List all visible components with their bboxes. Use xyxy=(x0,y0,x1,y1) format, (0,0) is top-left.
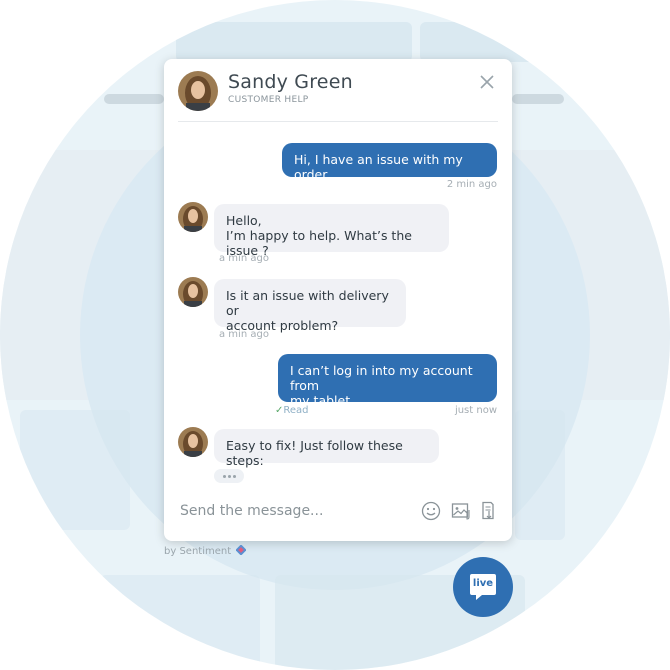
background-bar xyxy=(104,94,164,104)
typing-indicator xyxy=(214,469,244,483)
background-block xyxy=(20,410,130,530)
agent-avatar-small xyxy=(178,427,208,457)
header-divider xyxy=(178,121,498,122)
typing-dot xyxy=(223,475,226,478)
agent-avatar-small xyxy=(178,277,208,307)
message-text-line: Is it an issue with delivery or xyxy=(226,288,389,318)
agent-avatar-small xyxy=(178,202,208,232)
message-incoming: Is it an issue with delivery or account … xyxy=(214,279,406,333)
background-block xyxy=(176,22,412,62)
composer xyxy=(164,487,512,541)
message-input[interactable] xyxy=(178,497,402,525)
agent-avatar xyxy=(178,71,218,111)
emoji-icon[interactable] xyxy=(421,501,441,521)
message-text-line: I can’t log in into my account from xyxy=(290,363,473,393)
background-bar xyxy=(512,94,564,104)
chat-widget: Sandy Green CUSTOMER HELP Hi, I have an … xyxy=(164,59,512,541)
file-attach-icon[interactable] xyxy=(479,501,499,521)
message-text-line: Hello, xyxy=(226,213,262,228)
message-outgoing: I can’t log in into my account from my t… xyxy=(278,354,497,408)
message-time: a min ago xyxy=(219,329,269,340)
message-text: Easy to fix! Just follow these steps: xyxy=(226,438,403,468)
background-block xyxy=(515,410,565,540)
image-attach-icon[interactable] xyxy=(451,501,471,521)
background-block xyxy=(420,22,580,62)
powered-by-text: by Sentiment xyxy=(164,546,232,557)
chat-header: Sandy Green CUSTOMER HELP xyxy=(164,59,512,121)
brand-logo-icon xyxy=(235,544,247,556)
message-outgoing: Hi, I have an issue with my order. xyxy=(282,143,497,182)
agent-name: Sandy Green xyxy=(228,71,353,93)
background-block xyxy=(100,575,260,670)
message-text: Hi, I have an issue with my order. xyxy=(294,152,463,182)
message-time: 2 min ago xyxy=(446,179,497,190)
typing-dot xyxy=(228,475,231,478)
read-status: Read xyxy=(283,405,309,416)
message-time: a min ago xyxy=(219,253,269,264)
typing-dot xyxy=(233,475,236,478)
message-incoming: Hello, I’m happy to help. What’s the iss… xyxy=(214,204,449,258)
agent-role: CUSTOMER HELP xyxy=(228,95,309,105)
read-receipt: ✓Read xyxy=(275,405,309,416)
live-label: live xyxy=(472,578,494,589)
message-incoming: Easy to fix! Just follow these steps: xyxy=(214,429,439,468)
powered-by: by Sentiment xyxy=(164,544,247,557)
close-icon[interactable] xyxy=(480,75,494,89)
message-time: just now xyxy=(454,405,497,416)
live-chat-button[interactable]: live xyxy=(453,557,513,617)
